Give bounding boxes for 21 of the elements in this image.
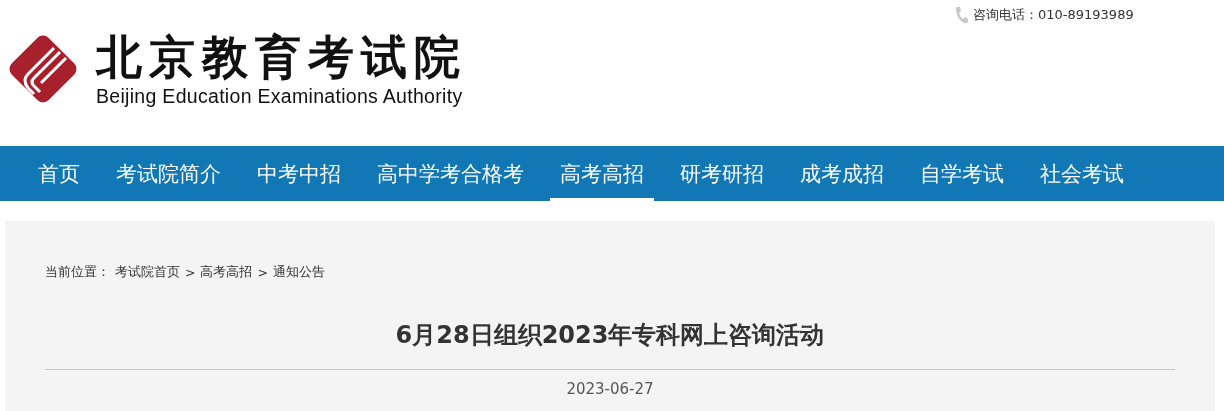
nav-tab[interactable]: 成考成招 xyxy=(790,146,894,201)
nav-tab[interactable]: 高中学考合格考 xyxy=(367,146,534,201)
nav-tab[interactable]: 中考中招 xyxy=(247,146,351,201)
breadcrumb-separator: > xyxy=(185,264,196,280)
article-date: 2023-06-27 xyxy=(565,380,655,398)
phone-number: 咨询电话：010-89193989 xyxy=(973,6,1134,24)
breadcrumb-label: 当前位置： xyxy=(45,263,110,281)
nav-tab[interactable]: 自学考试 xyxy=(910,146,1014,201)
breadcrumb-link[interactable]: 高考高招 xyxy=(200,263,253,281)
nav-tab[interactable]: 社会考试 xyxy=(1030,146,1134,201)
breadcrumb-link[interactable]: 考试院首页 xyxy=(115,263,180,281)
breadcrumb-separator: > xyxy=(257,264,268,280)
nav-tab[interactable]: 研考研招 xyxy=(670,146,774,201)
nav-tab[interactable]: 首页 xyxy=(28,146,90,201)
logo-title: 北京教育考试院 xyxy=(96,30,467,84)
article-title: 6月28日组织2023年专科网上咨询活动 xyxy=(45,319,1175,370)
breadcrumb-link[interactable]: 通知公告 xyxy=(272,263,325,281)
nav-tab[interactable]: 考试院简介 xyxy=(106,146,231,201)
logo-subtitle: Beijing Education Examinations Authority xyxy=(96,84,464,108)
phone-icon xyxy=(955,6,969,24)
nav-tab[interactable]: 高考高招 xyxy=(550,146,654,201)
